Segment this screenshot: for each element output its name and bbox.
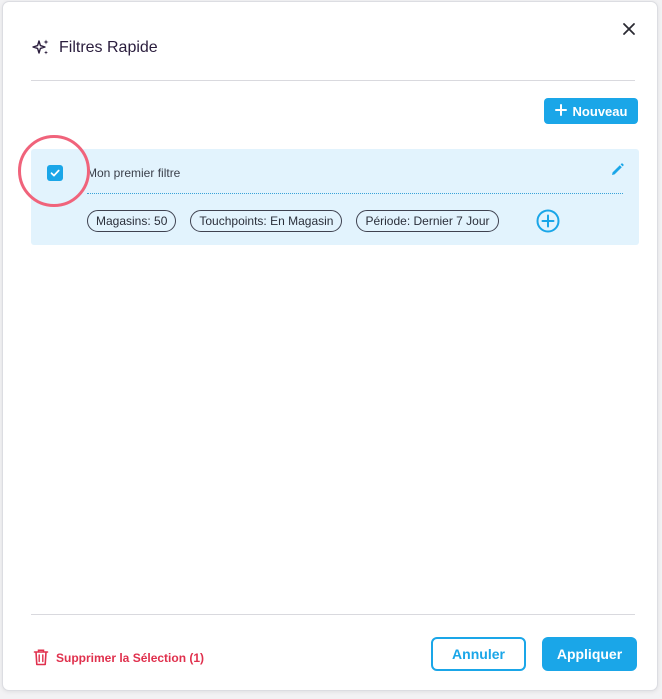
- filter-chip[interactable]: Période: Dernier 7 Jour: [356, 210, 499, 232]
- filter-chip[interactable]: Magasins: 50: [87, 210, 177, 232]
- apply-button[interactable]: Appliquer: [542, 637, 637, 671]
- delete-selection-button[interactable]: Supprimer la Sélection (1): [33, 648, 204, 668]
- filter-name: Mon premier filtre: [87, 166, 181, 180]
- trash-icon: [33, 648, 49, 669]
- filter-divider: [87, 193, 623, 194]
- new-filter-button[interactable]: Nouveau: [544, 98, 638, 124]
- sparkles-icon: [31, 38, 51, 58]
- modal-header: Filtres Rapide: [3, 2, 657, 82]
- add-criteria-icon[interactable]: [535, 208, 561, 234]
- new-filter-label: Nouveau: [572, 103, 628, 119]
- cancel-button[interactable]: Annuler: [431, 637, 526, 671]
- header-divider: [31, 80, 635, 81]
- quick-filters-modal: Filtres Rapide Nouveau Mon premier filtr…: [2, 1, 658, 691]
- filter-chip[interactable]: Touchpoints: En Magasin: [190, 210, 343, 232]
- plus-icon: [554, 103, 567, 119]
- filter-item: Mon premier filtre Magasins: 50 Touchpoi…: [31, 149, 639, 245]
- pencil-icon[interactable]: [609, 162, 625, 178]
- filter-chips: Magasins: 50 Touchpoints: En Magasin Pér…: [87, 209, 499, 233]
- filter-checkbox[interactable]: [47, 165, 63, 181]
- footer-divider: [31, 614, 635, 615]
- delete-selection-label: Supprimer la Sélection (1): [56, 651, 205, 665]
- close-icon[interactable]: [619, 19, 639, 39]
- modal-title: Filtres Rapide: [59, 39, 158, 56]
